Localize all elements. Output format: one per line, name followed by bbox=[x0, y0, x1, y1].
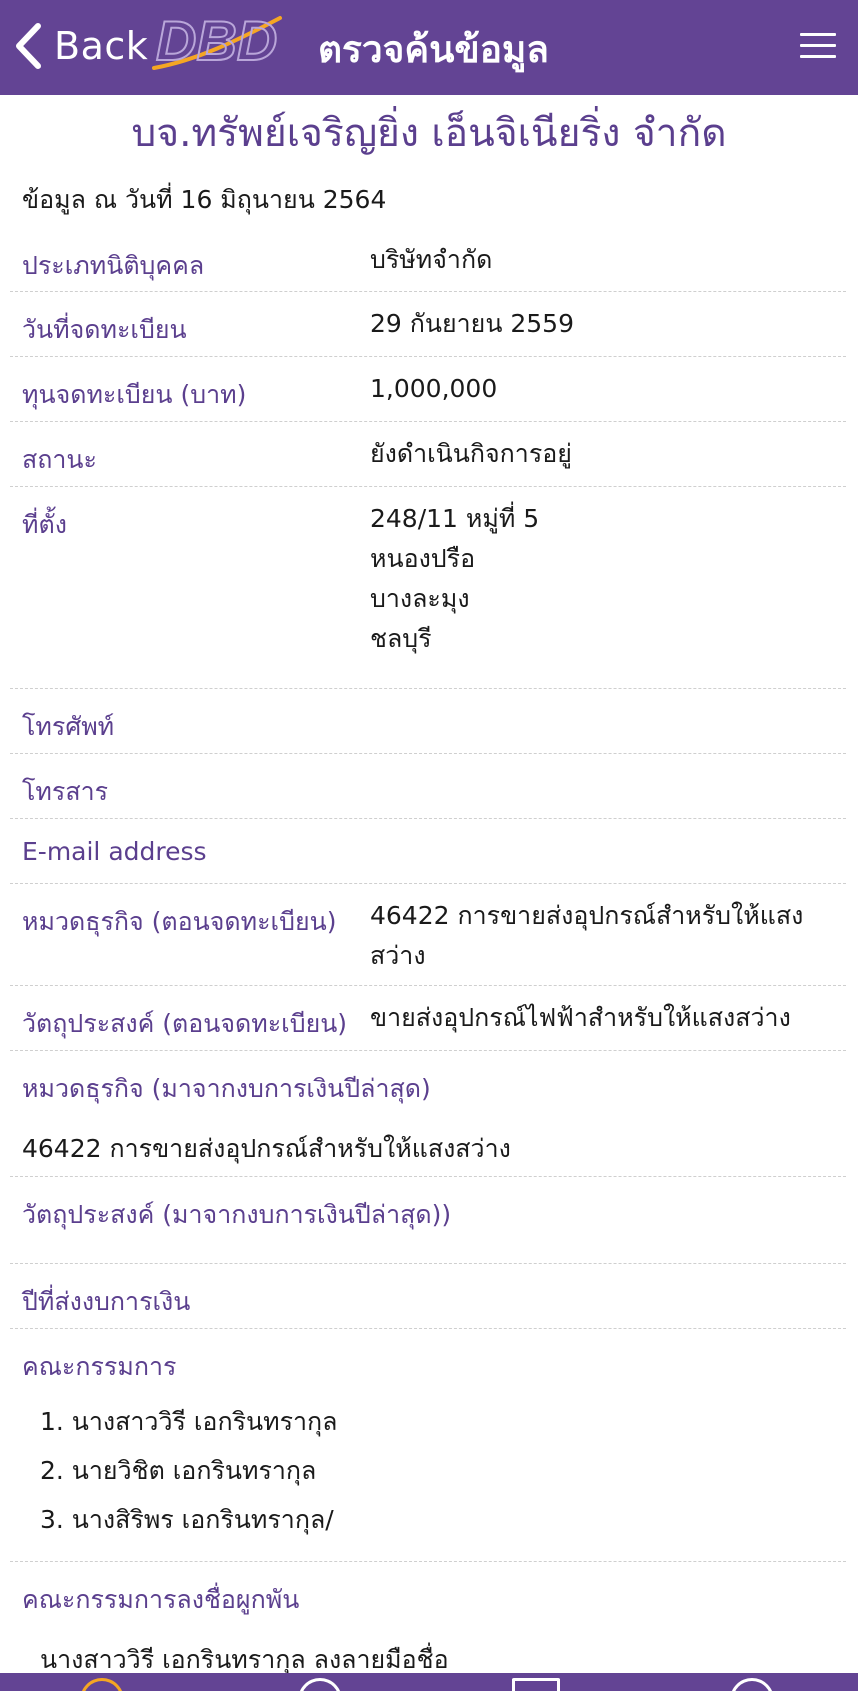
fax-label: โทรสาร bbox=[22, 777, 109, 806]
business-category-registration-value: 46422 การขายส่งอุปกรณ์สำหรับให้แสงสว่าง bbox=[370, 901, 804, 970]
directors-label: คณะกรรมการ bbox=[22, 1352, 177, 1381]
row-address: ที่ตั้ง 248/11 หมู่ที่ 5 หนองปรือ บางละม… bbox=[10, 487, 846, 689]
back-label: Back bbox=[54, 24, 149, 68]
as-of-date: ข้อมูล ณ วันที่ 16 มิถุนายน 2564 bbox=[22, 185, 387, 214]
objective-registration-label: วัตถุประสงค์ (ตอนจดทะเบียน) bbox=[22, 1009, 348, 1038]
address-line: บางละมุง bbox=[370, 584, 470, 613]
fs-submission-year-label: ปีที่ส่งงบการเงิน bbox=[22, 1287, 191, 1316]
row-objective-latest: วัตถุประสงค์ (มาจากงบการเงินปีล่าสุด)) bbox=[10, 1177, 846, 1264]
row-email: E-mail address bbox=[10, 819, 846, 884]
registered-capital-value: 1,000,000 bbox=[370, 374, 498, 403]
back-button[interactable]: Back bbox=[14, 18, 148, 74]
status-value: ยังดำเนินกิจการอยู่ bbox=[370, 439, 572, 468]
row-registered-capital: ทุนจดทะเบียน (บาท) 1,000,000 bbox=[10, 357, 846, 422]
document-icon[interactable] bbox=[512, 1678, 560, 1691]
row-objective-registration: วัตถุประสงค์ (ตอนจดทะเบียน) ขายส่งอุปกรณ… bbox=[10, 986, 846, 1051]
row-registration-date: วันที่จดทะเบียน 29 กันยายน 2559 bbox=[10, 292, 846, 357]
email-label: E-mail address bbox=[22, 837, 207, 866]
row-business-category-latest: หมวดธุรกิจ (มาจากงบการเงินปีล่าสุด) 4642… bbox=[10, 1051, 846, 1177]
address-line: 248/11 หมู่ที่ 5 bbox=[370, 504, 540, 533]
row-fs-submission-year: ปีที่ส่งงบการเงิน bbox=[10, 1264, 846, 1329]
objective-latest-label: วัตถุประสงค์ (มาจากงบการเงินปีล่าสุด)) bbox=[22, 1200, 452, 1229]
address-line: หนองปรือ bbox=[370, 544, 476, 573]
page-title: ตรวจค้นข้อมูล bbox=[318, 28, 549, 71]
row-status: สถานะ ยังดำเนินกิจการอยู่ bbox=[10, 422, 846, 487]
phone-label: โทรศัพท์ bbox=[22, 712, 115, 741]
chevron-left-icon bbox=[14, 22, 42, 70]
row-fax: โทรสาร bbox=[10, 754, 846, 819]
registered-capital-label: ทุนจดทะเบียน (บาท) bbox=[22, 380, 247, 409]
status-label: สถานะ bbox=[22, 445, 97, 474]
row-directors: คณะกรรมการ 1. นางสาววิรี เอกรินทรากุล 2.… bbox=[10, 1329, 846, 1562]
row-signatory: คณะกรรมการลงชื่อผูกพัน นางสาววิรี เอกริน… bbox=[10, 1562, 846, 1674]
business-category-registration-label: หมวดธุรกิจ (ตอนจดทะเบียน) bbox=[22, 907, 337, 936]
juristic-type-value: บริษัทจำกัด bbox=[370, 245, 493, 274]
row-business-category-registration: หมวดธุรกิจ (ตอนจดทะเบียน) 46422 การขายส่… bbox=[10, 884, 846, 986]
logo-text: DBD bbox=[156, 10, 277, 72]
dbd-logo: DBD bbox=[148, 8, 288, 73]
juristic-type-label: ประเภทนิติบุคคล bbox=[22, 251, 205, 280]
company-name: บจ.ทรัพย์เจริญยิ่ง เอ็นจิเนียริ่ง จำกัด bbox=[131, 111, 727, 156]
row-phone: โทรศัพท์ bbox=[10, 689, 846, 754]
address-label: ที่ตั้ง bbox=[22, 510, 67, 539]
address-line: ชลบุรี bbox=[370, 624, 432, 653]
signatory-label: คณะกรรมการลงชื่อผูกพัน bbox=[22, 1585, 300, 1614]
row-juristic-type: ประเภทนิติบุคคล บริษัทจำกัด bbox=[10, 240, 846, 292]
business-category-latest-value: 46422 การขายส่งอุปกรณ์สำหรับให้แสงสว่าง bbox=[22, 1134, 511, 1163]
business-category-latest-label: หมวดธุรกิจ (มาจากงบการเงินปีล่าสุด) bbox=[22, 1074, 431, 1103]
objective-registration-value: ขายส่งอุปกรณ์ไฟฟ้าสำหรับให้แสงสว่าง bbox=[370, 1003, 791, 1032]
director-item: 3. นางสิริพร เอกรินทรากุล/ bbox=[40, 1505, 334, 1534]
registration-date-label: วันที่จดทะเบียน bbox=[22, 315, 187, 344]
top-app-bar: Back DBD ตรวจค้นข้อมูล bbox=[0, 0, 858, 95]
director-item: 1. นางสาววิรี เอกรินทรากุล bbox=[40, 1407, 338, 1436]
director-item: 2. นายวิชิต เอกรินทรากุล bbox=[40, 1456, 317, 1485]
bottom-nav-bar bbox=[0, 1673, 858, 1691]
hamburger-menu-icon[interactable] bbox=[800, 33, 836, 59]
registration-date-value: 29 กันยายน 2559 bbox=[370, 309, 574, 338]
